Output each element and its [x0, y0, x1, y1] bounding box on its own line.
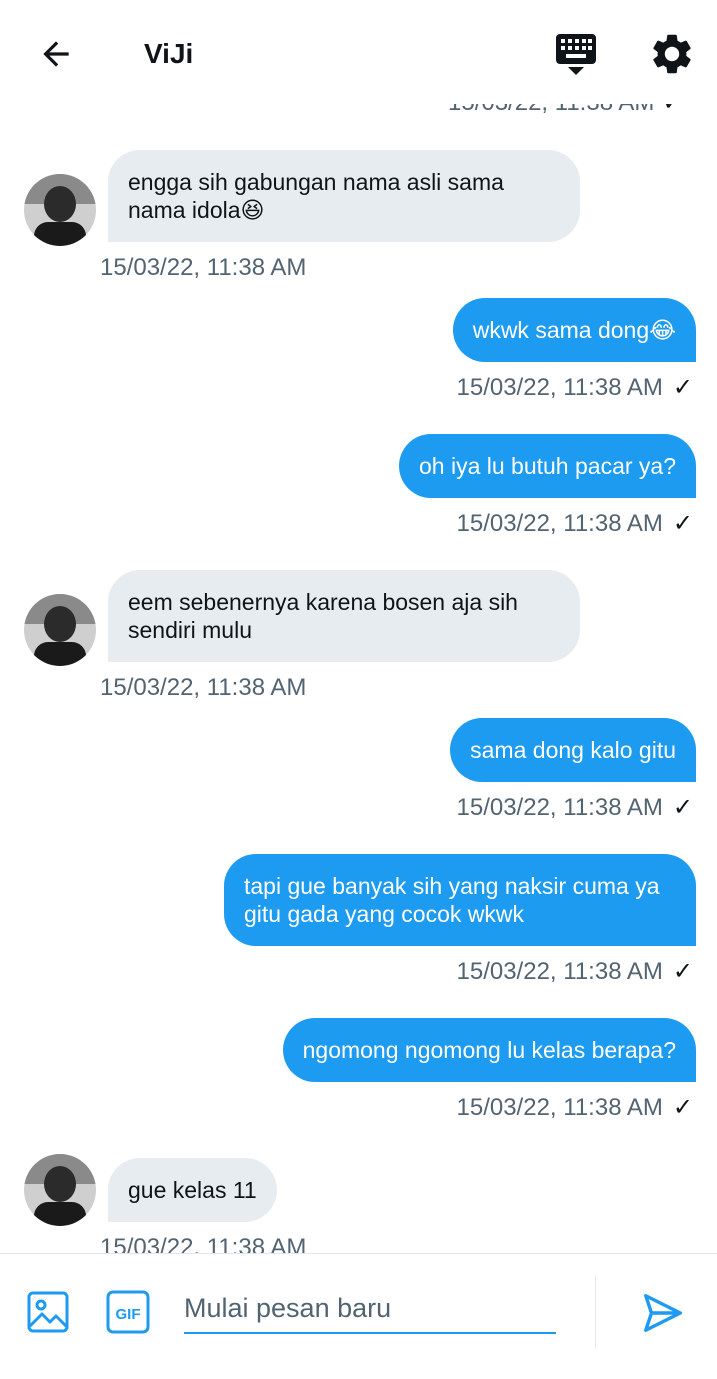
add-gif-button[interactable]: GIF [106, 1290, 150, 1334]
read-check-icon: ✓ [672, 1094, 693, 1121]
message-timestamp: 15/03/22, 11:38 AM ✓ [456, 958, 694, 985]
message-bubble-incoming[interactable]: gue kelas 11 [108, 1158, 277, 1222]
message-bubble-outgoing[interactable]: sama dong kalo gitu [450, 718, 696, 782]
conversation-title[interactable]: ViJi [144, 36, 193, 72]
message-timestamp: 15/03/22, 11:38 AM [100, 674, 307, 701]
avatar[interactable] [24, 594, 96, 666]
message-timestamp: 15/03/22, 11:38 AM [100, 254, 307, 281]
message-timestamp: 15/03/22, 11:38 AM [100, 1234, 307, 1254]
message-bubble-incoming[interactable]: eem sebenernya karena bosen aja sih send… [108, 570, 580, 662]
gif-icon: GIF [106, 1290, 150, 1334]
message-timestamp: 15/03/22, 11:38 AM ✓ [456, 374, 694, 401]
message-timestamp: 15/03/22, 11:38 AM ✓ [456, 1094, 694, 1121]
divider [595, 1276, 596, 1348]
back-button[interactable] [36, 34, 76, 74]
arrow-left-icon [43, 41, 69, 67]
message-composer: GIF [0, 1253, 717, 1379]
message-list[interactable]: 15/03/22, 11:38 AM✓ engga sih gabungan n… [0, 104, 717, 1254]
settings-button[interactable] [648, 30, 696, 78]
message-bubble-outgoing[interactable]: oh iya lu butuh pacar ya? [398, 434, 696, 498]
avatar[interactable] [24, 174, 96, 246]
read-check-icon: ✓ [672, 958, 693, 985]
read-check-icon: ✓ [672, 794, 693, 821]
message-bubble-outgoing[interactable]: tapi gue banyak sih yang naksir cuma ya … [224, 854, 696, 946]
message-bubble-incoming[interactable]: engga sih gabungan nama asli sama nama i… [108, 150, 580, 242]
message-bubble-outgoing[interactable]: wkwk sama dong😂 [452, 298, 696, 362]
send-icon [644, 1294, 682, 1332]
avatar[interactable] [24, 1154, 96, 1226]
keyboard-icon [556, 34, 596, 75]
keyboard-shortcuts-button[interactable] [552, 30, 600, 78]
read-check-icon: ✓ [662, 104, 682, 117]
image-icon [27, 1291, 69, 1333]
chat-header: ViJi [0, 0, 717, 104]
read-check-icon: ✓ [672, 374, 693, 401]
message-timestamp: 15/03/22, 11:38 AM ✓ [456, 510, 694, 537]
timestamp: 15/03/22, 11:38 AM✓ [448, 104, 683, 117]
add-media-button[interactable] [26, 1290, 70, 1334]
svg-text:GIF: GIF [116, 1306, 141, 1323]
message-input[interactable] [184, 1284, 556, 1334]
message-timestamp: 15/03/22, 11:38 AM ✓ [456, 794, 694, 821]
read-check-icon: ✓ [672, 510, 693, 537]
gear-icon [653, 34, 691, 74]
send-button[interactable] [640, 1290, 686, 1336]
message-bubble-outgoing[interactable]: ngomong ngomong lu kelas berapa? [282, 1018, 696, 1082]
